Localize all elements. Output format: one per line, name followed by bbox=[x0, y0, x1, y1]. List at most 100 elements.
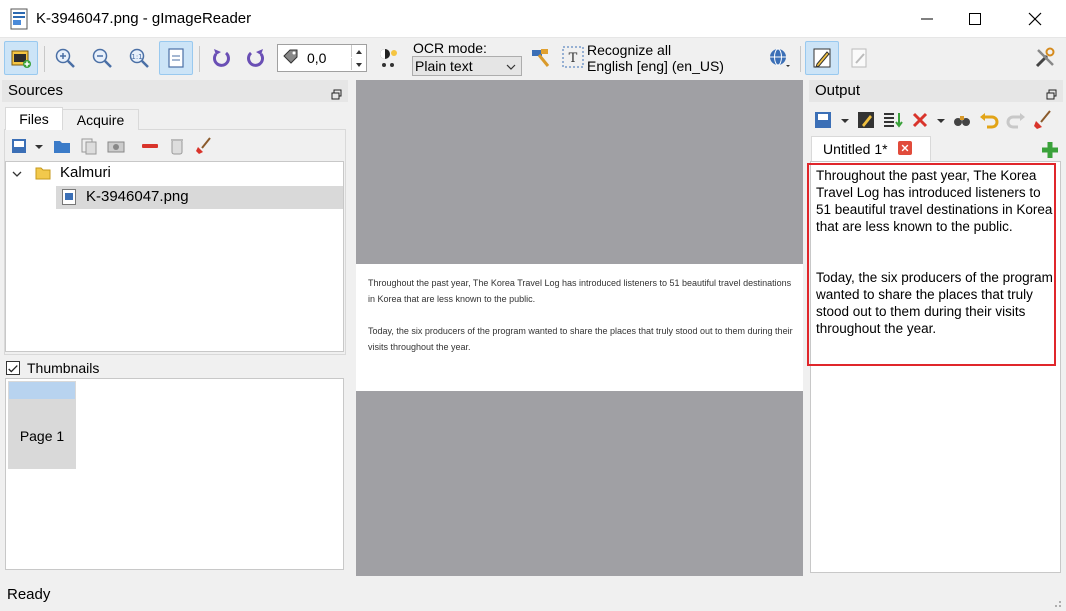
output-tab-label: Untitled 1* bbox=[823, 141, 888, 157]
save-as-button[interactable] bbox=[854, 108, 878, 132]
globe-icon bbox=[770, 48, 790, 67]
toggle-output-button[interactable] bbox=[805, 41, 839, 75]
autodetect-layout-button[interactable] bbox=[524, 41, 558, 75]
document-image: Throughout the past year, The Korea Trav… bbox=[356, 264, 803, 391]
recognize-all-button[interactable]: Recognize all bbox=[587, 42, 671, 58]
sort-down-icon bbox=[884, 113, 903, 128]
thumbnail-label: Page 1 bbox=[19, 428, 65, 444]
append-mode-button[interactable] bbox=[881, 108, 905, 132]
recognize-icon: T bbox=[561, 45, 585, 69]
sources-title: Sources bbox=[8, 82, 64, 99]
toolbar-separator bbox=[800, 46, 801, 72]
document-paragraph: Throughout the past year, The Korea Trav… bbox=[368, 278, 792, 304]
resize-grip-icon[interactable] bbox=[1050, 595, 1062, 607]
image-controls-button[interactable] bbox=[371, 41, 405, 75]
add-document-icon bbox=[12, 139, 26, 153]
hocr-output-button[interactable] bbox=[842, 41, 876, 75]
chevron-down-icon[interactable] bbox=[839, 114, 851, 126]
delete-source-button[interactable] bbox=[165, 134, 189, 158]
image-file-icon bbox=[62, 189, 76, 205]
camera-icon bbox=[107, 141, 125, 153]
ocr-mode-value: Plain text bbox=[415, 58, 473, 74]
paste-icon bbox=[81, 138, 97, 155]
rotate-tag-icon bbox=[281, 48, 301, 68]
broom-icon bbox=[1034, 110, 1051, 129]
tools-icon bbox=[1035, 47, 1055, 68]
rotate-right-icon bbox=[247, 49, 264, 67]
close-tab-button[interactable] bbox=[898, 141, 912, 155]
trash-icon bbox=[171, 139, 183, 155]
toolbar-separator bbox=[44, 46, 45, 72]
add-image-icon bbox=[11, 50, 31, 68]
settings-button[interactable] bbox=[1028, 41, 1062, 75]
tab-acquire[interactable]: Acquire bbox=[63, 109, 139, 130]
folder-icon bbox=[54, 141, 70, 153]
svg-text:1:1: 1:1 bbox=[131, 53, 142, 61]
save-output-button[interactable] bbox=[812, 108, 836, 132]
tree-folder-label[interactable]: Kalmuri bbox=[60, 164, 111, 181]
undo-button[interactable] bbox=[977, 108, 1001, 132]
broom-icon bbox=[196, 137, 211, 154]
binoculars-icon bbox=[954, 116, 970, 126]
add-image-button[interactable] bbox=[4, 41, 38, 75]
close-icon bbox=[1028, 12, 1042, 26]
minimize-icon bbox=[921, 18, 933, 20]
zoom-original-button[interactable]: 1:1 bbox=[122, 41, 156, 75]
rotation-increment-button[interactable] bbox=[351, 45, 365, 57]
remove-source-button[interactable] bbox=[138, 134, 162, 158]
status-text: Ready bbox=[7, 586, 51, 603]
undock-icon[interactable] bbox=[331, 85, 342, 100]
clear-output-button[interactable] bbox=[908, 108, 932, 132]
add-tab-button[interactable] bbox=[1040, 140, 1060, 160]
minimize-button[interactable] bbox=[904, 0, 950, 38]
ocr-mode-select[interactable]: Plain text bbox=[412, 56, 522, 76]
clear-all-button[interactable] bbox=[1031, 108, 1055, 132]
chevron-down-icon[interactable] bbox=[33, 140, 45, 152]
toolbar-separator bbox=[199, 46, 200, 72]
zoom-fit-button[interactable] bbox=[159, 41, 193, 75]
clear-icon bbox=[912, 112, 928, 128]
thumbnails-checkbox[interactable] bbox=[6, 361, 20, 375]
tree-file-label[interactable]: K-3946047.png bbox=[86, 188, 189, 205]
save-icon bbox=[815, 112, 831, 128]
tab-files[interactable]: Files bbox=[5, 107, 63, 130]
close-button[interactable] bbox=[1012, 0, 1058, 38]
document-save-icon bbox=[858, 112, 874, 128]
clear-sources-button[interactable] bbox=[192, 134, 216, 158]
thumbnails-label: Thumbnails bbox=[27, 360, 100, 376]
chevron-down-icon[interactable] bbox=[11, 167, 23, 183]
document-edit-icon bbox=[851, 48, 867, 68]
find-replace-button[interactable] bbox=[950, 108, 974, 132]
close-icon bbox=[901, 144, 909, 152]
image-controls-icon bbox=[380, 49, 397, 67]
rotate-left-icon bbox=[213, 49, 230, 67]
checkmark-icon bbox=[8, 365, 18, 373]
zoom-in-button[interactable] bbox=[48, 41, 82, 75]
maximize-button[interactable] bbox=[952, 0, 998, 38]
screenshot-button[interactable] bbox=[104, 134, 128, 158]
ocr-mode-label: OCR mode: bbox=[413, 40, 487, 56]
status-bar bbox=[0, 580, 1066, 611]
zoom-in-icon bbox=[55, 48, 75, 68]
chevron-up-icon bbox=[356, 50, 362, 54]
paste-button[interactable] bbox=[77, 134, 101, 158]
chevron-down-icon bbox=[356, 63, 362, 67]
chevron-down-icon[interactable] bbox=[935, 114, 947, 126]
window-title: K-3946047.png - gImageReader bbox=[36, 10, 252, 27]
rotate-left-button[interactable] bbox=[204, 41, 238, 75]
redo-icon bbox=[1006, 113, 1025, 129]
zoom-out-button[interactable] bbox=[85, 41, 119, 75]
rotation-decrement-button[interactable] bbox=[351, 58, 365, 70]
language-label[interactable]: English [eng] (en_US) bbox=[587, 58, 724, 74]
redo-button[interactable] bbox=[1004, 108, 1028, 132]
language-menu-button[interactable] bbox=[762, 41, 796, 75]
undock-icon[interactable] bbox=[1046, 85, 1057, 100]
rotate-right-button[interactable] bbox=[239, 41, 273, 75]
open-folder-button[interactable] bbox=[50, 134, 74, 158]
chevron-down-icon bbox=[505, 59, 517, 77]
output-selection-highlight bbox=[807, 163, 1056, 366]
folder-icon bbox=[35, 165, 51, 181]
add-source-button[interactable] bbox=[8, 134, 32, 158]
output-panel-header: Output bbox=[809, 80, 1063, 102]
minus-icon bbox=[142, 144, 158, 148]
